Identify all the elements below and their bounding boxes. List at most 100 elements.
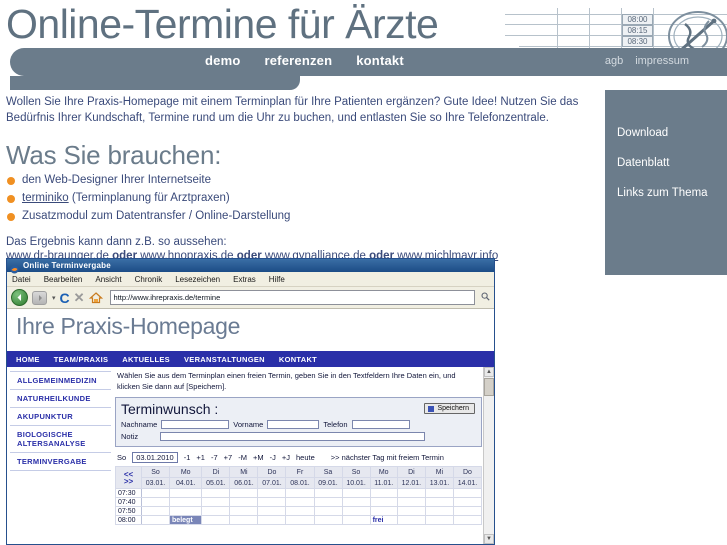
calendar-slot[interactable] (424, 497, 454, 507)
input-notiz[interactable] (160, 432, 426, 441)
scroll-down-arrow[interactable]: ▼ (484, 534, 494, 544)
calendar-slot[interactable] (313, 506, 343, 516)
next-free-day-link[interactable]: >> nächster Tag mit freiem Termin (331, 453, 444, 462)
calendar-slot[interactable] (396, 497, 426, 507)
inner-nav-team-praxis[interactable]: TEAM/PRAXIS (54, 355, 109, 364)
calendar-slot[interactable] (313, 515, 343, 525)
calendar-slot[interactable] (229, 488, 259, 498)
nav-item-agb[interactable]: agb (605, 55, 623, 67)
input-nachname[interactable] (161, 420, 230, 429)
calendar-slot[interactable] (229, 515, 259, 525)
date-step-minus-m[interactable]: -M (238, 453, 247, 462)
forward-button-icon[interactable] (32, 290, 47, 305)
date-step-minus-j[interactable]: -J (270, 453, 276, 462)
calendar-slot[interactable] (140, 488, 171, 498)
date-step-minus-1[interactable]: -1 (184, 453, 191, 462)
nav-item-impressum[interactable]: impressum (635, 55, 689, 67)
calendar-slot[interactable] (285, 497, 315, 507)
calendar-slot[interactable] (452, 515, 483, 525)
date-step-plus-j[interactable]: +J (282, 453, 290, 462)
inner-nav-kontakt[interactable]: KONTAKT (279, 355, 317, 364)
calendar-slot[interactable] (140, 515, 171, 525)
calendar-slot[interactable] (369, 488, 398, 498)
inner-page-scrollbar[interactable]: ▲ ▼ (483, 367, 494, 544)
nav-item-demo[interactable]: demo (205, 53, 240, 68)
stop-icon[interactable]: ✕ (74, 290, 85, 306)
menu-datei[interactable]: Datei (12, 275, 31, 284)
calendar-slot[interactable] (452, 497, 483, 507)
calendar-slot[interactable] (424, 515, 454, 525)
calendar-slot[interactable] (452, 506, 483, 516)
calendar-slot[interactable] (341, 497, 371, 507)
menu-lesezeichen[interactable]: Lesezeichen (175, 275, 220, 284)
input-telefon[interactable] (351, 420, 410, 429)
calendar-slot[interactable] (396, 488, 426, 498)
calendar-slot[interactable] (369, 506, 398, 516)
home-icon[interactable] (88, 291, 103, 304)
inner-nav-aktuelles[interactable]: AKTUELLES (122, 355, 170, 364)
inner-sidebar-terminvergabe[interactable]: TERMINVERGABE (10, 453, 111, 471)
inner-sidebar-allgemeinmedizin[interactable]: ALLGEMEINMEDIZIN (10, 371, 111, 390)
date-step-minus-7[interactable]: -7 (211, 453, 218, 462)
calendar-slot[interactable] (285, 488, 315, 498)
menu-bearbeiten[interactable]: Bearbeiten (44, 275, 83, 284)
calendar-next-arrow[interactable]: >> (116, 477, 141, 485)
calendar-slot[interactable] (229, 497, 259, 507)
calendar-slot[interactable] (169, 497, 203, 507)
sidebar-item-download[interactable]: Download (605, 118, 727, 148)
calendar-slot[interactable] (313, 497, 343, 507)
inner-sidebar-naturheilkunde[interactable]: NATURHEILKUNDE (10, 390, 111, 408)
calendar-slot[interactable] (424, 506, 454, 516)
menu-hilfe[interactable]: Hilfe (269, 275, 285, 284)
date-step-plus-m[interactable]: +M (253, 453, 264, 462)
calendar-slot[interactable] (257, 497, 287, 507)
url-bar[interactable]: http://www.ihrepraxis.de/termine (109, 290, 475, 305)
nav-item-kontakt[interactable]: kontakt (356, 53, 404, 68)
save-button[interactable]: Speichern (424, 403, 475, 414)
calendar-slot[interactable] (396, 515, 426, 525)
date-step-plus-1[interactable]: +1 (196, 453, 205, 462)
inner-nav-veranstaltungen[interactable]: VERANSTALTUNGEN (184, 355, 265, 364)
calendar-slot-free[interactable]: frei (369, 515, 398, 525)
inner-sidebar-akupunktur[interactable]: AKUPUNKTUR (10, 408, 111, 426)
calendar-slot-booked[interactable]: belegt (169, 515, 203, 525)
nav-item-referenzen[interactable]: referenzen (264, 53, 332, 68)
menu-ansicht[interactable]: Ansicht (95, 275, 121, 284)
calendar-slot[interactable] (140, 506, 171, 516)
calendar-slot[interactable] (396, 506, 426, 516)
date-step-plus-7[interactable]: +7 (224, 453, 233, 462)
scrollbar-thumb[interactable] (484, 378, 494, 396)
sidebar-item-links-zum-thema[interactable]: Links zum Thema (605, 178, 727, 208)
calendar-slot[interactable] (229, 506, 259, 516)
calendar-slot[interactable] (257, 515, 287, 525)
calendar-slot[interactable] (285, 506, 315, 516)
chevron-down-icon[interactable]: ▾ (52, 294, 56, 302)
scroll-up-arrow[interactable]: ▲ (484, 367, 494, 377)
reload-icon[interactable]: C (60, 290, 70, 306)
date-input[interactable]: 03.01.2010 (132, 452, 178, 463)
back-button-icon[interactable] (11, 289, 28, 306)
terminiko-link[interactable]: terminiko (22, 192, 69, 204)
calendar-slot[interactable] (341, 488, 371, 498)
calendar-slot[interactable] (201, 506, 231, 516)
menu-chronik[interactable]: Chronik (135, 275, 163, 284)
sidebar-item-datenblatt[interactable]: Datenblatt (605, 148, 727, 178)
search-icon[interactable] (481, 292, 490, 303)
calendar-slot[interactable] (313, 488, 343, 498)
calendar-slot[interactable] (341, 506, 371, 516)
calendar-paging-arrows[interactable]: << >> (115, 466, 142, 489)
calendar-slot[interactable] (169, 506, 203, 516)
calendar-slot[interactable] (201, 515, 231, 525)
calendar-slot[interactable] (201, 488, 231, 498)
input-vorname[interactable] (267, 420, 320, 429)
calendar-slot[interactable] (140, 497, 171, 507)
calendar-slot[interactable] (285, 515, 315, 525)
menu-extras[interactable]: Extras (233, 275, 256, 284)
calendar-slot[interactable] (341, 515, 371, 525)
date-today-button[interactable]: heute (296, 453, 315, 462)
calendar-slot[interactable] (369, 497, 398, 507)
calendar-slot[interactable] (452, 488, 483, 498)
calendar-slot[interactable] (201, 497, 231, 507)
calendar-slot[interactable] (169, 488, 203, 498)
inner-sidebar-biologische-altersanalyse[interactable]: BIOLOGISCHE ALTERSANALYSE (10, 426, 111, 453)
